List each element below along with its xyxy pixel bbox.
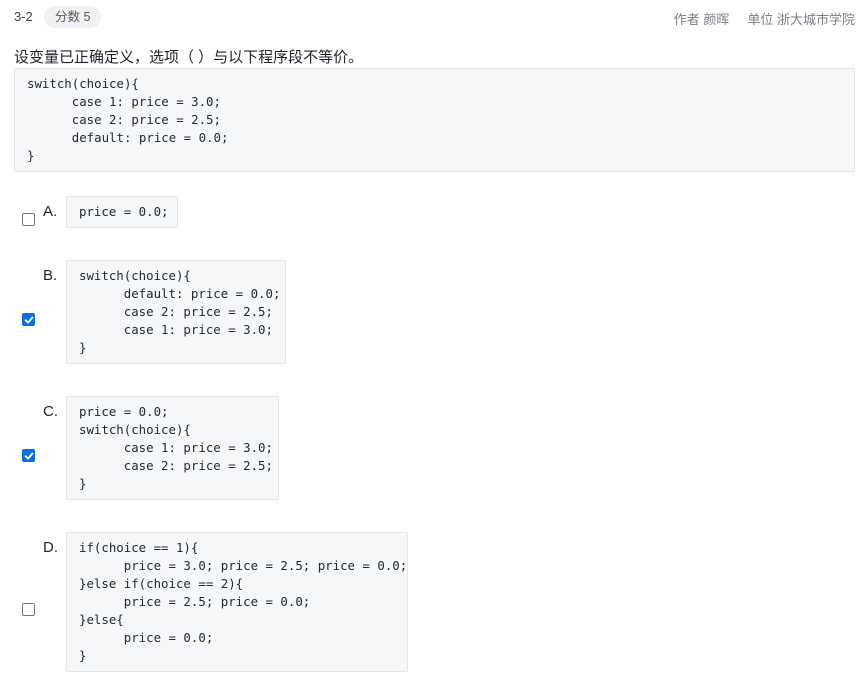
unit-label: 单位 浙大城市学院 [747, 12, 855, 27]
question-number: 3-2 [14, 9, 33, 24]
question-text: 设变量已正确定义，选项（ ）与以下程序段不等价。 [14, 49, 364, 66]
option-a-label: A. [43, 203, 58, 220]
option-d-label: D. [43, 539, 58, 556]
option-b-code: switch(choice){ default: price = 0.0; ca… [66, 260, 286, 364]
option-c-label: C. [43, 403, 58, 420]
option-c-checkbox[interactable] [22, 449, 35, 462]
option-c-code: price = 0.0; switch(choice){ case 1: pri… [66, 396, 279, 500]
option-b-label: B. [43, 267, 58, 284]
check-icon [24, 316, 33, 323]
option-d-checkbox[interactable] [22, 603, 35, 616]
question-meta: 作者 颜晖 单位 浙大城市学院 [674, 9, 855, 28]
option-a-checkbox[interactable] [22, 213, 35, 226]
question-code-block: switch(choice){ case 1: price = 3.0; cas… [14, 68, 855, 172]
score-badge: 分数 5 [44, 6, 102, 28]
option-a-code: price = 0.0; [66, 196, 178, 228]
question-header: 3-2 分数 5 作者 颜晖 单位 浙大城市学院 [14, 6, 855, 28]
author-label: 作者 颜晖 [673, 12, 730, 27]
check-icon [24, 452, 33, 459]
option-d-code: if(choice == 1){ price = 3.0; price = 2.… [66, 532, 408, 672]
option-b-checkbox[interactable] [22, 313, 35, 326]
